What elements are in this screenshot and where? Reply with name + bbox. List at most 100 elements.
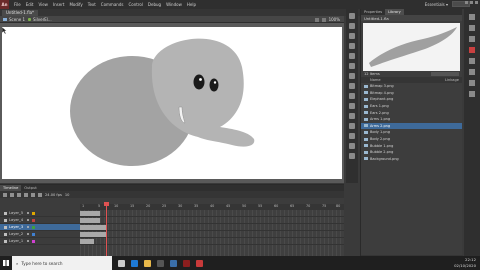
keyframe-span[interactable]	[80, 232, 106, 237]
visibility-dot-icon[interactable]	[27, 240, 30, 242]
rectangle-tool-icon[interactable]	[349, 83, 355, 89]
paint-bucket-tool-icon[interactable]	[349, 113, 355, 119]
center-stage-icon[interactable]	[321, 17, 326, 22]
breadcrumb-scene[interactable]: Scene 1	[3, 17, 25, 22]
lasso-tool-icon[interactable]	[349, 43, 355, 49]
keyframe-span[interactable]	[80, 239, 94, 244]
delete-layer-icon[interactable]	[17, 192, 21, 197]
visibility-dot-icon[interactable]	[27, 233, 30, 235]
start-button[interactable]	[0, 256, 12, 270]
stage[interactable]	[2, 27, 342, 179]
layer-row[interactable]: Layer_4	[0, 217, 80, 224]
brush-tool-icon[interactable]	[349, 103, 355, 109]
pencil-tool-icon[interactable]	[349, 93, 355, 99]
mail-icon[interactable]	[170, 259, 177, 267]
library-item[interactable]: Ears 2.png	[361, 109, 462, 116]
keyframe-span[interactable]	[80, 211, 100, 216]
library-item[interactable]: Bubble 2.png	[361, 149, 462, 156]
library-item[interactable]: Bubble 1.png	[361, 142, 462, 149]
menu-view[interactable]: View	[38, 2, 48, 7]
tab-output[interactable]: Output	[21, 185, 39, 191]
subselection-tool-icon[interactable]	[349, 23, 355, 29]
library-item[interactable]: Elephant.png	[361, 96, 462, 103]
menu-control[interactable]: Control	[128, 2, 142, 7]
animate-taskbar-icon[interactable]	[183, 259, 190, 267]
selection-tool-icon[interactable]	[349, 13, 355, 19]
components-panel-icon[interactable]	[469, 80, 475, 86]
zoom-select[interactable]: 100%	[329, 17, 340, 22]
layer-row[interactable]: Layer_5	[0, 210, 80, 217]
edit-symbols-icon[interactable]	[314, 17, 319, 22]
library-file-select[interactable]: Untitled-1.fla	[361, 15, 462, 21]
minimize-icon[interactable]	[465, 1, 468, 4]
last-frame-icon[interactable]	[38, 192, 42, 197]
frame-grid[interactable]	[80, 210, 344, 257]
library-item-selected[interactable]: Arms 2.png	[361, 122, 462, 130]
library-item[interactable]: Body 2.png	[361, 136, 462, 143]
menu-edit[interactable]: Edit	[26, 2, 34, 7]
library-search-input[interactable]	[431, 72, 459, 76]
outline-color-icon[interactable]	[32, 211, 36, 215]
keyframe-span[interactable]	[80, 225, 106, 230]
menu-text[interactable]: Text	[88, 2, 96, 7]
column-name[interactable]: Name	[370, 78, 381, 82]
tab-properties[interactable]: Properties	[361, 9, 385, 15]
free-transform-tool-icon[interactable]	[349, 33, 355, 39]
library-item[interactable]: Background.png	[361, 156, 462, 163]
code-snippets-icon[interactable]	[469, 91, 475, 97]
close-icon[interactable]	[475, 1, 478, 4]
system-tray-clock[interactable]: 22:12 02/10/2020	[454, 257, 476, 269]
play-icon[interactable]	[31, 192, 35, 197]
taskbar-search-box[interactable]: ⌕ Type here to search	[12, 256, 112, 270]
outline-color-icon[interactable]	[32, 239, 36, 243]
new-folder-icon[interactable]	[10, 192, 14, 197]
transform-panel-icon[interactable]	[469, 58, 475, 64]
menu-file[interactable]: File	[14, 2, 21, 7]
outline-color-icon[interactable]	[32, 232, 36, 236]
layer-row[interactable]: Layer_2	[0, 231, 80, 238]
new-layer-icon[interactable]	[3, 192, 7, 197]
workspace-switcher[interactable]: Essentials ▾	[425, 2, 448, 7]
menu-debug[interactable]: Debug	[148, 2, 161, 7]
tab-library[interactable]: Library	[385, 9, 404, 15]
edge-icon[interactable]	[131, 259, 138, 267]
pen-tool-icon[interactable]	[349, 53, 355, 59]
menu-insert[interactable]: Insert	[53, 2, 64, 7]
text-tool-icon[interactable]	[349, 63, 355, 69]
brush-library-icon[interactable]	[469, 47, 475, 53]
current-frame[interactable]: 10	[65, 193, 70, 197]
outline-color-icon[interactable]	[32, 218, 36, 222]
playhead[interactable]	[106, 202, 107, 257]
menu-modify[interactable]: Modify	[69, 2, 82, 7]
zoom-tool-icon[interactable]	[349, 153, 355, 159]
column-linkage[interactable]: Linkage	[445, 78, 459, 82]
swatches-panel-icon[interactable]	[469, 25, 475, 31]
visibility-dot-icon[interactable]	[27, 226, 30, 228]
maximize-icon[interactable]	[470, 1, 473, 4]
first-frame-icon[interactable]	[24, 192, 28, 197]
eyedropper-tool-icon[interactable]	[349, 123, 355, 129]
frame-rate[interactable]: 24.00 fps	[45, 193, 62, 197]
library-item[interactable]: Bitmap 3.png	[361, 83, 462, 90]
color-panel-icon[interactable]	[469, 14, 475, 20]
store-icon[interactable]	[157, 259, 164, 267]
library-item[interactable]: Arms 1.png	[361, 116, 462, 123]
library-item[interactable]: Bitmap 4.png	[361, 90, 462, 97]
breadcrumb-symbol[interactable]: SilverEl...	[28, 17, 52, 22]
visibility-dot-icon[interactable]	[27, 219, 30, 221]
eraser-tool-icon[interactable]	[349, 133, 355, 139]
task-view-icon[interactable]	[118, 259, 125, 267]
library-item[interactable]: Ears 1.png	[361, 103, 462, 110]
info-panel-icon[interactable]	[469, 69, 475, 75]
file-explorer-icon[interactable]	[144, 259, 151, 267]
visibility-dot-icon[interactable]	[27, 212, 30, 214]
keyframe-span[interactable]	[80, 218, 100, 223]
hand-tool-icon[interactable]	[349, 143, 355, 149]
library-item[interactable]: Body 1.png	[361, 129, 462, 136]
layer-row[interactable]: Layer_1	[0, 238, 80, 245]
menu-help[interactable]: Help	[187, 2, 196, 7]
outline-color-icon[interactable]	[32, 225, 36, 229]
app-taskbar-icon[interactable]	[196, 259, 203, 267]
menu-commands[interactable]: Commands	[101, 2, 124, 7]
menu-window[interactable]: Window	[166, 2, 182, 7]
